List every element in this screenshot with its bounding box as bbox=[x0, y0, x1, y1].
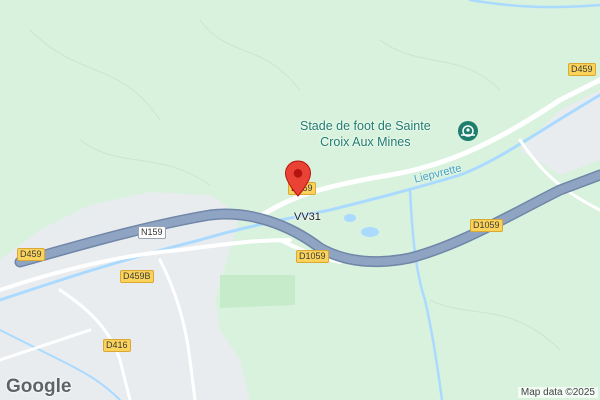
poi-name-line1: Stade de foot de Sainte bbox=[300, 119, 431, 133]
road-name-vv31: VV31 bbox=[294, 211, 321, 223]
poi-name[interactable]: Stade de foot de Sainte Croix Aux Mines bbox=[300, 118, 431, 150]
route-label-d416: D416 bbox=[103, 339, 131, 352]
route-label-d1059: D1059 bbox=[470, 219, 503, 232]
map-canvas[interactable]: D459 D459 D1059 D1059 N159 D459 D459B D4… bbox=[0, 0, 600, 400]
poi-name-line2: Croix Aux Mines bbox=[320, 135, 411, 149]
urban-area bbox=[0, 192, 250, 400]
location-pin-icon[interactable] bbox=[284, 160, 312, 198]
route-label-d459: D459 bbox=[568, 63, 596, 76]
route-label-n159: N159 bbox=[138, 226, 166, 239]
google-logo: Google bbox=[6, 376, 72, 397]
route-label-d1059: D1059 bbox=[296, 250, 329, 263]
route-label-d459b: D459B bbox=[120, 270, 154, 283]
soccer-stadium-icon[interactable] bbox=[457, 120, 479, 142]
basin bbox=[361, 227, 379, 237]
map-base-layer bbox=[0, 0, 600, 400]
field bbox=[220, 275, 295, 308]
map-attribution[interactable]: Map data ©2025 bbox=[517, 387, 598, 398]
route-label-d459: D459 bbox=[17, 248, 45, 261]
basin bbox=[344, 214, 356, 222]
